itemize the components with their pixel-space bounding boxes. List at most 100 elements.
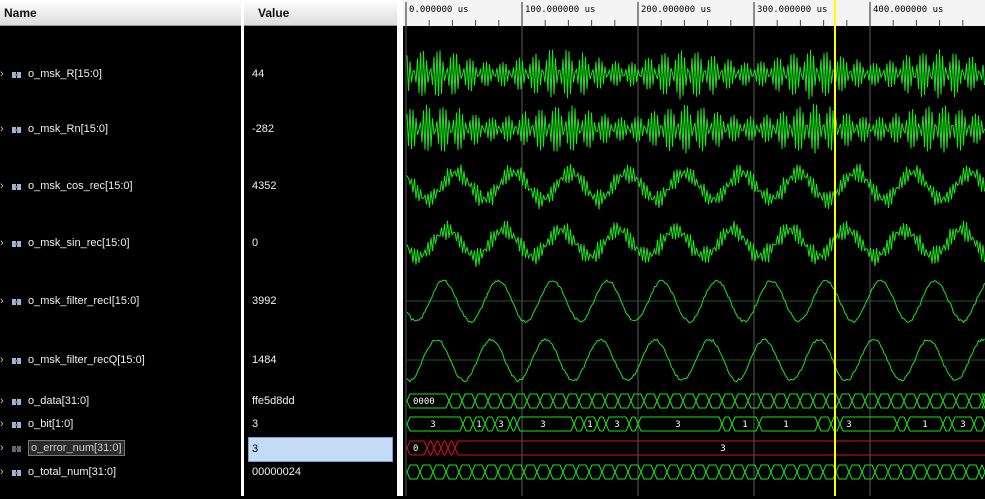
- signal-value: 3: [252, 443, 259, 455]
- bus-segment: [799, 393, 814, 409]
- signal-value-row[interactable]: 3: [248, 437, 393, 462]
- bus-segment: [565, 393, 580, 409]
- bus-value-label: 3: [498, 420, 503, 430]
- bus-segment: [596, 416, 607, 432]
- bus-icon: [12, 125, 22, 133]
- bus-icon: [12, 444, 22, 452]
- signal-value-row[interactable]: 3: [244, 418, 397, 432]
- bus-value-label: 3: [675, 420, 680, 430]
- bus-segment: [591, 393, 606, 409]
- bus-segment: [406, 464, 421, 480]
- bus-segment: [562, 464, 577, 480]
- bus-segment: [433, 440, 442, 456]
- bus-segment: [877, 393, 892, 409]
- signal-value-row[interactable]: 1484: [244, 354, 397, 368]
- bus-segment: [695, 393, 710, 409]
- bus-segment: [708, 393, 723, 409]
- bus-segment: [864, 393, 879, 409]
- signal-row[interactable]: › o_msk_R[15:0]: [0, 68, 241, 82]
- chevron-right-icon[interactable]: ›: [0, 123, 4, 135]
- signal-name: o_total_num[31:0]: [28, 466, 117, 478]
- bus-value-label: 3: [960, 420, 965, 430]
- timeline-tick-label: 0.000000 us: [409, 5, 469, 15]
- chevron-right-icon[interactable]: ›: [0, 295, 4, 307]
- bus-value-label: 1: [587, 420, 592, 430]
- signal-row[interactable]: › o_msk_sin_rec[15:0]: [0, 237, 241, 251]
- signal-row[interactable]: › o_msk_filter_recI[15:0]: [0, 295, 241, 309]
- bus-segment: [552, 393, 567, 409]
- bus-segment: [796, 464, 811, 480]
- bus-segment: [952, 464, 967, 480]
- bus-segment: [973, 416, 985, 432]
- bus-segment: [440, 440, 449, 456]
- bus-segment: [721, 393, 736, 409]
- signal-value-row[interactable]: 4352: [244, 180, 397, 194]
- bus-value-label: 3: [846, 420, 851, 430]
- bus-segment: [669, 393, 684, 409]
- chevron-right-icon[interactable]: ›: [0, 466, 4, 478]
- signal-name: o_error_num[31:0]: [28, 440, 125, 456]
- bus-segment: [896, 416, 908, 432]
- chevron-right-icon[interactable]: ›: [0, 418, 4, 430]
- signal-row[interactable]: › o_msk_filter_recQ[15:0]: [0, 354, 241, 368]
- signal-row[interactable]: › o_data[31:0]: [0, 395, 241, 409]
- chevron-right-icon[interactable]: ›: [0, 354, 4, 366]
- signal-row[interactable]: › o_bit[1:0]: [0, 418, 241, 432]
- value-column-header[interactable]: Value: [244, 0, 397, 26]
- signal-row[interactable]: › o_total_num[31:0]: [0, 466, 241, 480]
- signal-name: o_msk_sin_rec[15:0]: [28, 237, 130, 249]
- signal-row[interactable]: › o_error_num[31:0]: [0, 440, 241, 456]
- bus-segment: [656, 393, 671, 409]
- bus-segment: [461, 393, 476, 409]
- bus-segment: [628, 416, 639, 432]
- signal-name: o_msk_filter_recQ[15:0]: [28, 354, 145, 366]
- bus-segment: [500, 393, 515, 409]
- signal-value-row[interactable]: 3992: [244, 295, 397, 309]
- bus-segment: [536, 464, 551, 480]
- signal-name: o_msk_Rn[15:0]: [28, 123, 109, 135]
- signal-value-row[interactable]: 44: [244, 68, 397, 82]
- bus-segment: [890, 393, 905, 409]
- chevron-right-icon[interactable]: ›: [0, 180, 4, 192]
- signal-value: ffe5d8dd: [252, 395, 295, 407]
- bus-segment: [825, 393, 840, 409]
- bus-segment: [809, 464, 824, 480]
- bus-segment: [617, 393, 632, 409]
- bus-segment: [643, 393, 658, 409]
- bus-segment: [851, 393, 866, 409]
- waveform-pane[interactable]: 0.000000 us 100.000000 us 200.000000 us 300…: [403, 0, 985, 496]
- name-column-header[interactable]: Name: [0, 0, 241, 26]
- bus-value-label: 3: [720, 444, 725, 454]
- bus-segment: [942, 416, 953, 432]
- bus-icon: [12, 356, 22, 364]
- chevron-right-icon[interactable]: ›: [0, 442, 4, 454]
- signal-value-row[interactable]: 00000024: [244, 466, 397, 480]
- bus-value-label: 1: [922, 420, 927, 430]
- bus-segment: [497, 464, 512, 480]
- bus-segment: [474, 393, 489, 409]
- signal-row[interactable]: › o_msk_Rn[15:0]: [0, 123, 241, 137]
- bus-segment: [926, 464, 941, 480]
- signal-value: 00000024: [252, 466, 301, 478]
- bus-value-label: 1: [476, 420, 481, 430]
- bus-icon: [12, 182, 22, 190]
- waveform-canvas[interactable]: 0.000000 us 100.000000 us 200.000000 us 300…: [403, 0, 985, 496]
- bus-segment: [575, 464, 590, 480]
- timeline-tick-label: 400.000000 us: [873, 5, 943, 15]
- bus-segment: [445, 464, 460, 480]
- bus-icon: [12, 397, 22, 405]
- bus-value-label: 3: [614, 420, 619, 430]
- signal-value-row[interactable]: ffe5d8dd: [244, 395, 397, 409]
- bus-segment: [573, 416, 585, 432]
- chevron-right-icon[interactable]: ›: [0, 395, 4, 407]
- signal-row[interactable]: › o_msk_cos_rec[15:0]: [0, 180, 241, 194]
- timeline-tick-label: 200.000000 us: [641, 5, 711, 15]
- signal-name: o_msk_cos_rec[15:0]: [28, 180, 133, 192]
- signal-name: o_bit[1:0]: [28, 418, 74, 430]
- bus-value-label: 0000: [413, 397, 435, 407]
- signal-value-row[interactable]: 0: [244, 237, 397, 251]
- signal-value-row[interactable]: -282: [244, 123, 397, 137]
- bus-segment: [978, 463, 985, 481]
- chevron-right-icon[interactable]: ›: [0, 68, 4, 80]
- chevron-right-icon[interactable]: ›: [0, 237, 4, 249]
